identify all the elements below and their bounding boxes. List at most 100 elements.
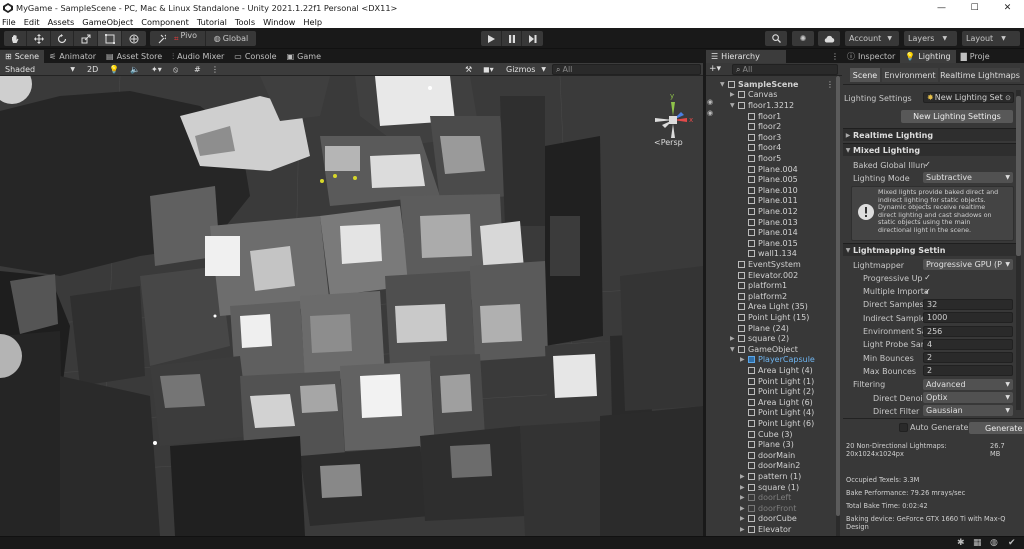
- hierarchy-item[interactable]: Plane.004: [740, 164, 798, 175]
- hierarchy-search-input[interactable]: ⌕ All: [732, 64, 838, 75]
- hierarchy-item[interactable]: Plane.012: [740, 206, 798, 217]
- global-toggle[interactable]: ◍ Global: [206, 31, 256, 46]
- 2d-toggle[interactable]: 2D: [84, 64, 102, 75]
- hierarchy-item[interactable]: Plane (3): [740, 439, 794, 450]
- hierarchy-item[interactable]: Plane.015: [740, 238, 798, 249]
- realtime-lighting-section[interactable]: ▶ Realtime Lighting: [843, 128, 1018, 141]
- chevron-right-icon[interactable]: ▶: [740, 526, 748, 533]
- hierarchy-item[interactable]: ▼ GameObject: [730, 344, 798, 355]
- hierarchy-item[interactable]: doorMain: [740, 450, 795, 461]
- hand-tool-button[interactable]: [4, 31, 27, 46]
- scene-menu-icon[interactable]: ⋮: [826, 80, 834, 89]
- hierarchy-item[interactable]: floor2: [740, 121, 781, 132]
- hierarchy-item[interactable]: Elevator.002: [730, 270, 798, 281]
- inspector-scrollbar-thumb[interactable]: [1016, 96, 1021, 256]
- hierarchy-item[interactable]: ▶ doorLeft: [740, 492, 791, 503]
- auto-generate-checkbox[interactable]: [899, 423, 908, 432]
- hierarchy-item[interactable]: Point Light (6): [740, 418, 814, 429]
- setting-number-field[interactable]: 2: [923, 365, 1013, 377]
- chevron-right-icon[interactable]: ▶: [740, 505, 748, 512]
- setting-dropdown[interactable]: Progressive GPU (P ▼: [923, 259, 1013, 270]
- setting-number-field[interactable]: 256: [923, 325, 1013, 337]
- hierarchy-item[interactable]: ▼ SampleScene ⋮: [720, 79, 834, 90]
- move-tool-button[interactable]: [27, 31, 51, 46]
- progress-icon[interactable]: ◍: [990, 538, 998, 548]
- hierarchy-item[interactable]: ▶ Canvas: [730, 90, 777, 101]
- audio-toggle[interactable]: 🔈: [127, 64, 147, 75]
- menu-help[interactable]: Help: [303, 17, 322, 27]
- account-dropdown[interactable]: Account ▼: [845, 31, 899, 46]
- hierarchy-scrollbar-thumb[interactable]: [836, 76, 840, 516]
- hierarchy-item[interactable]: Area Light (4): [740, 365, 813, 376]
- hierarchy-item[interactable]: ▶ PlayerCapsule: [740, 355, 815, 366]
- scene-viewport[interactable]: y x <Persp: [0, 76, 703, 536]
- bug-icon[interactable]: ✱: [957, 538, 965, 548]
- menu-gameobject[interactable]: GameObject: [82, 17, 133, 27]
- hierarchy-item[interactable]: Point Light (15): [730, 312, 809, 323]
- success-icon[interactable]: ✔: [1008, 538, 1016, 548]
- tab-audio-mixer[interactable]: ⫶ Audio Mixer: [167, 50, 229, 63]
- menu-assets[interactable]: Assets: [48, 17, 75, 27]
- hierarchy-item[interactable]: Area Light (35): [730, 302, 808, 313]
- hierarchy-item[interactable]: Plane.005: [740, 174, 798, 185]
- hierarchy-item[interactable]: ▶ pattern (1): [740, 471, 801, 482]
- hierarchy-item[interactable]: platform1: [730, 280, 787, 291]
- hierarchy-item[interactable]: EventSystem: [730, 259, 801, 270]
- transform-tool-button[interactable]: [122, 31, 146, 46]
- chevron-down-icon[interactable]: ▼: [730, 102, 738, 109]
- menu-edit[interactable]: Edit: [24, 17, 40, 27]
- play-button[interactable]: [481, 31, 502, 46]
- collab-button[interactable]: ✺: [792, 31, 814, 46]
- hierarchy-item[interactable]: floor1: [740, 111, 781, 122]
- maximize-button[interactable]: ☐: [958, 0, 991, 15]
- hierarchy-scrollbar[interactable]: [836, 76, 840, 536]
- setting-checkbox[interactable]: ✓: [923, 273, 932, 282]
- hierarchy-item[interactable]: ▶ doorCube: [740, 514, 797, 525]
- hierarchy-item[interactable]: Plane.011: [740, 196, 798, 207]
- cloud-button[interactable]: [818, 31, 840, 46]
- setting-number-field[interactable]: 4: [923, 338, 1013, 350]
- baked-gi-checkbox[interactable]: ✓: [923, 160, 932, 169]
- setting-checkbox[interactable]: ✓: [923, 287, 932, 296]
- setting-dropdown[interactable]: Gaussian ▼: [923, 405, 1013, 417]
- scale-tool-button[interactable]: [74, 31, 98, 46]
- pivot-toggle[interactable]: ⌗ Pivo: [166, 31, 206, 46]
- lighting-mode-dropdown[interactable]: Subtractive ▼: [923, 172, 1013, 183]
- close-button[interactable]: ✕: [991, 0, 1024, 15]
- hierarchy-item[interactable]: floor3: [740, 132, 781, 143]
- tab-inspector[interactable]: ⓘ Inspector: [842, 50, 900, 63]
- chevron-right-icon[interactable]: ▶: [740, 515, 748, 522]
- tab-lighting[interactable]: 💡 Lighting: [900, 50, 956, 63]
- search-button[interactable]: [765, 31, 787, 46]
- hierarchy-item[interactable]: ▶ square (1): [740, 482, 799, 493]
- shading-mode-dropdown[interactable]: Shaded ▼: [2, 64, 78, 75]
- gizmos-dropdown[interactable]: Gizmos ▼: [503, 64, 549, 75]
- layers-dropdown[interactable]: Layers ▼: [904, 31, 957, 46]
- rotate-tool-button[interactable]: [51, 31, 74, 46]
- setting-dropdown[interactable]: Optix ▼: [923, 392, 1013, 403]
- menu-component[interactable]: Component: [141, 17, 189, 27]
- chevron-right-icon[interactable]: ▶: [740, 473, 748, 480]
- hierarchy-item[interactable]: Plane.014: [740, 227, 798, 238]
- chevron-right-icon[interactable]: ▶: [730, 335, 738, 342]
- hierarchy-item[interactable]: Plane.010: [740, 185, 798, 196]
- rect-tool-button[interactable]: [98, 31, 122, 46]
- add-object-button[interactable]: +▾: [709, 64, 721, 74]
- hierarchy-item[interactable]: ▶ doorFront: [740, 503, 796, 514]
- setting-dropdown[interactable]: Advanced ▼: [923, 378, 1013, 390]
- hierarchy-item[interactable]: floor4: [740, 143, 781, 154]
- eye-icon[interactable]: ◉: [707, 98, 713, 106]
- orientation-gizmo[interactable]: y x: [651, 92, 695, 142]
- subtab-environment[interactable]: Environment: [882, 68, 938, 82]
- step-button[interactable]: [522, 31, 543, 46]
- hierarchy-item[interactable]: Point Light (1): [740, 376, 814, 387]
- tab-animator[interactable]: ⚟ Animator: [44, 50, 101, 63]
- projection-label[interactable]: <Persp: [654, 138, 683, 147]
- lighting-toggle[interactable]: 💡: [106, 64, 126, 75]
- generate-lighting-button[interactable]: Generate: [969, 422, 1024, 434]
- grid-dropdown[interactable]: #: [191, 64, 207, 75]
- hierarchy-item[interactable]: wall1.134: [740, 249, 797, 260]
- menu-tutorial[interactable]: Tutorial: [197, 17, 227, 27]
- hidden-objects-toggle[interactable]: ⦸: [170, 64, 190, 75]
- hierarchy-item[interactable]: Plane.013: [740, 217, 798, 228]
